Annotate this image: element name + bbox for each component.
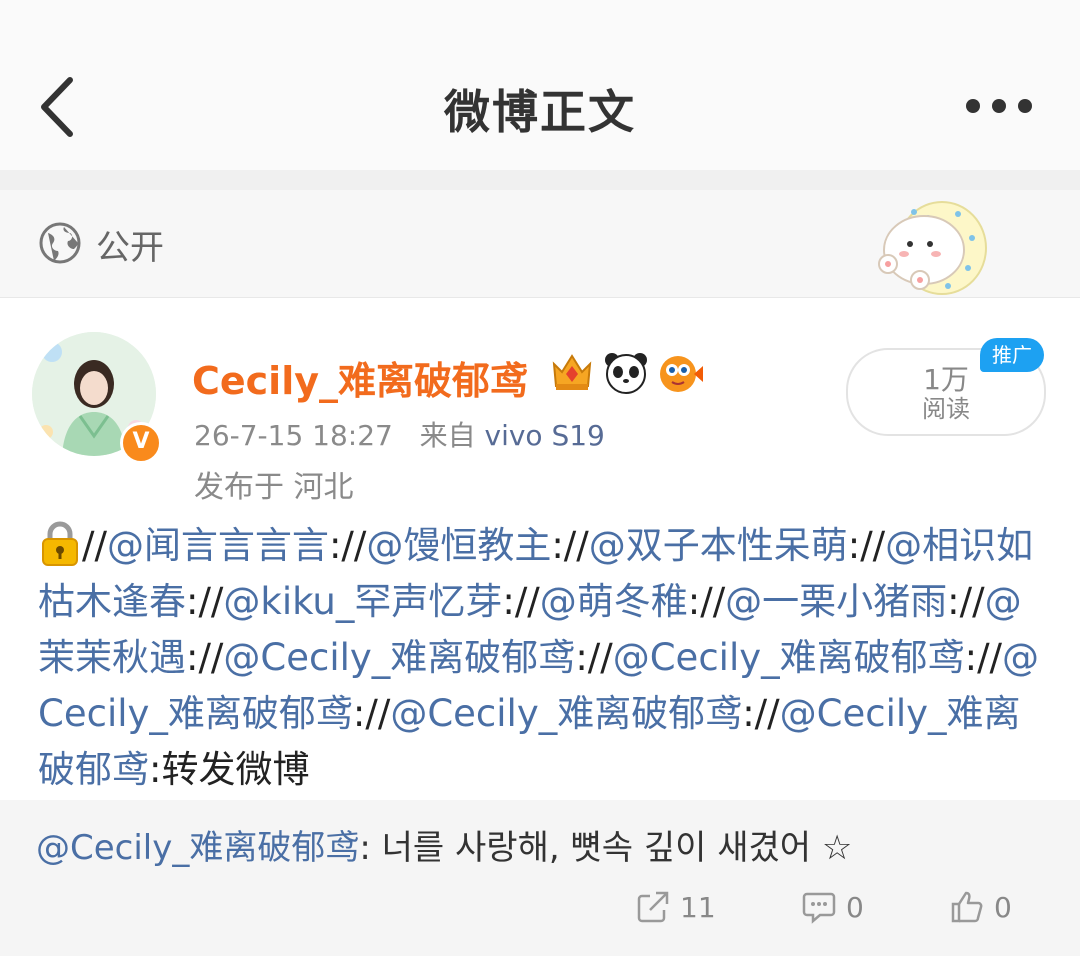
quote-actions: 11 0 0 — [0, 890, 1080, 934]
user-badges — [548, 348, 704, 396]
repost-count: 11 — [680, 890, 716, 924]
post-text: :// — [502, 580, 540, 623]
original-post-quote[interactable]: @Cecily_难离破郁鸢: 너를 사랑해, 뼛속 깊이 새겼어 ☆ 11 0 — [0, 800, 1080, 956]
quote-content: : 너를 사랑해, 뼛속 깊이 새겼어 ☆ — [359, 828, 853, 868]
post-meta: 26-7-15 18:27 来自 vivo S19 — [194, 414, 605, 454]
post-text: :// — [575, 636, 613, 679]
promote-tag[interactable]: 推广 — [980, 338, 1044, 372]
visibility-row: 公开 — [0, 190, 1080, 298]
pufferfish-icon[interactable] — [656, 348, 704, 396]
post-text: :// — [947, 580, 985, 623]
user-mention-link[interactable]: @闻言言言言 — [107, 524, 329, 567]
post-text: :// — [847, 524, 886, 567]
crown-badge-icon[interactable] — [548, 348, 596, 396]
repost-button[interactable]: 11 — [636, 890, 716, 924]
comment-count: 0 — [846, 890, 864, 924]
post-content: //@闻言言言言://@馒恒教主://@双子本性呆萌://@相识如枯木逢春://… — [38, 518, 1048, 798]
visibility-label: 公开 — [96, 228, 164, 268]
globe-icon — [39, 222, 81, 264]
user-mention-link[interactable]: @kiku_罕声忆芽 — [223, 580, 502, 623]
post-source-device[interactable]: vivo S19 — [485, 419, 605, 452]
panda-icon[interactable] — [602, 348, 650, 396]
thumbs-up-icon — [951, 891, 983, 923]
user-mention-link[interactable]: @Cecily_难离破郁鸢 — [613, 636, 965, 679]
post-text: :// — [352, 692, 391, 735]
lock-icon — [42, 521, 78, 566]
post-text-segments: //@闻言言言言://@馒恒教主://@双子本性呆萌://@相识如枯木逢春://… — [38, 524, 1039, 791]
top-nav-bar: 微博正文 — [0, 0, 1080, 170]
source-prefix: 来自 — [419, 419, 476, 452]
page-title: 微博正文 — [444, 85, 636, 139]
comment-icon — [802, 892, 836, 924]
section-divider — [0, 170, 1080, 190]
share-icon — [637, 891, 669, 923]
more-options-button[interactable] — [964, 96, 1034, 116]
post-text: :转发微博 — [149, 748, 310, 791]
post-text: // — [82, 524, 107, 567]
quote-text: @Cecily_难离破郁鸢: 너를 사랑해, 뼛속 깊이 새겼어 ☆ — [36, 820, 852, 869]
post-text: :// — [687, 580, 726, 623]
post-location: 发布于 河北 — [194, 470, 354, 505]
like-count: 0 — [994, 890, 1012, 924]
post-text: :// — [964, 636, 1003, 679]
more-dots-icon — [966, 99, 1032, 113]
user-mention-link[interactable]: @Cecily_难离破郁鸢 — [390, 692, 742, 735]
post-text: :// — [328, 524, 367, 567]
weibo-detail-page: 微博正文 公开 V Cecily_难离破郁鸢 26-7-15 18:27 来自 … — [0, 0, 1080, 956]
like-button[interactable]: 0 — [950, 890, 1012, 924]
user-mention-link[interactable]: @Cecily_难离破郁鸢 — [223, 636, 575, 679]
author-name[interactable]: Cecily_难离破郁鸢 — [192, 350, 528, 405]
verified-badge-icon: V — [120, 422, 162, 464]
user-mention-link[interactable]: @双子本性呆萌 — [589, 524, 848, 567]
post-text: :// — [186, 636, 224, 679]
quote-author-mention[interactable]: @Cecily_难离破郁鸢 — [36, 828, 359, 868]
post-text: :// — [551, 524, 589, 567]
post-text: :// — [742, 692, 780, 735]
post-text: :// — [186, 580, 224, 623]
bear-sticker-icon — [878, 201, 987, 295]
user-mention-link[interactable]: @一栗小猪雨 — [725, 580, 947, 623]
user-mention-link[interactable]: @馒恒教主 — [366, 524, 551, 567]
user-mention-link[interactable]: @萌冬稚 — [540, 580, 688, 623]
post-time: 26-7-15 18:27 — [194, 419, 393, 452]
comment-button[interactable]: 0 — [802, 890, 864, 924]
read-count-label: 阅读 — [922, 395, 970, 423]
